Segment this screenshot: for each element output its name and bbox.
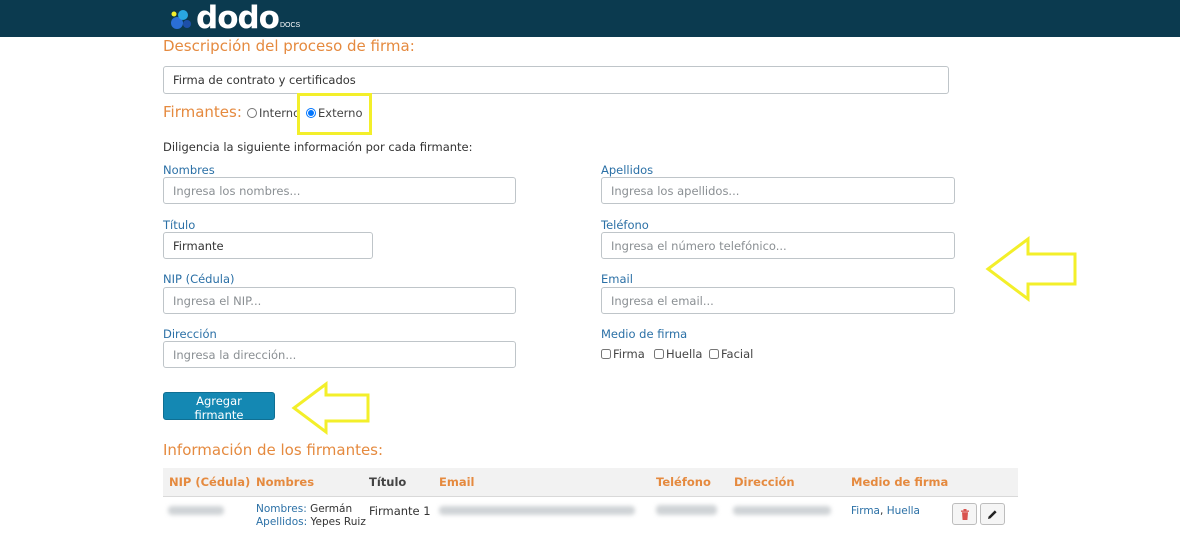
logo-text: dodo bbox=[196, 0, 280, 36]
instructions-text: Diligencia la siguiente información por … bbox=[163, 140, 473, 154]
table-header: NIP (Cédula) Nombres Título Email Teléfo… bbox=[163, 468, 1018, 497]
th-nip: NIP (Cédula) bbox=[169, 475, 251, 489]
medio-firma-link[interactable]: Firma bbox=[851, 505, 880, 517]
trash-icon bbox=[960, 508, 969, 520]
th-titulo: Título bbox=[369, 475, 407, 489]
titulo-label: Título bbox=[163, 218, 196, 232]
check-huella[interactable]: Huella bbox=[654, 347, 702, 361]
th-nombres: Nombres bbox=[256, 475, 315, 489]
radio-interno-input[interactable] bbox=[247, 108, 257, 118]
th-direccion: Dirección bbox=[734, 475, 795, 489]
row-nombres-value: Germán bbox=[310, 503, 353, 515]
row-apellidos-label: Apellidos: bbox=[256, 516, 308, 528]
row-nombres: Nombres: Germán bbox=[256, 503, 352, 515]
email-value-blurred bbox=[439, 506, 635, 515]
row-nombres-label: Nombres: bbox=[256, 503, 307, 515]
pencil-icon bbox=[988, 509, 997, 519]
delete-button[interactable] bbox=[952, 503, 977, 525]
logo-subtext: DOCS bbox=[279, 22, 301, 29]
signers-title: Firmantes: bbox=[163, 103, 242, 121]
logo-mark-icon bbox=[168, 6, 194, 32]
medio-firma-label: Medio de firma bbox=[601, 327, 688, 341]
medio-separator: , bbox=[880, 505, 884, 517]
email-label: Email bbox=[601, 272, 633, 286]
arrow-left-icon bbox=[291, 381, 370, 435]
th-telefono: Teléfono bbox=[656, 475, 711, 489]
process-description-input[interactable] bbox=[163, 66, 949, 94]
direccion-label: Dirección bbox=[163, 327, 217, 341]
medio-huella-link[interactable]: Huella bbox=[887, 505, 920, 517]
dodo-logo[interactable]: dodo DOCS bbox=[168, 2, 300, 35]
edit-button[interactable] bbox=[980, 503, 1005, 525]
telefono-input[interactable] bbox=[601, 232, 955, 259]
row-medio-firma: Firma, Huella bbox=[851, 505, 920, 517]
check-firma-input[interactable] bbox=[601, 349, 611, 359]
row-apellidos-value: Yepes Ruiz bbox=[310, 516, 366, 528]
highlight-box bbox=[297, 93, 372, 135]
arrow-left-icon bbox=[985, 236, 1077, 302]
telefono-label: Teléfono bbox=[601, 218, 649, 232]
table-row: Nombres: Germán Apellidos: Yepes Ruiz Fi… bbox=[163, 497, 1018, 537]
check-firma[interactable]: Firma bbox=[601, 347, 645, 361]
th-medio-firma: Medio de firma bbox=[851, 475, 949, 489]
check-huella-label: Huella bbox=[666, 347, 703, 361]
nip-input[interactable] bbox=[163, 287, 516, 314]
nip-label: NIP (Cédula) bbox=[163, 272, 235, 286]
radio-interno-label: Interno bbox=[259, 106, 301, 120]
check-huella-input[interactable] bbox=[654, 349, 664, 359]
nombres-input[interactable] bbox=[163, 177, 516, 204]
check-facial-label: Facial bbox=[721, 347, 754, 361]
telefono-value-blurred bbox=[656, 505, 717, 515]
row-titulo: Firmante 1 bbox=[369, 504, 431, 518]
nip-value-blurred bbox=[168, 506, 224, 515]
check-facial[interactable]: Facial bbox=[709, 347, 753, 361]
check-facial-input[interactable] bbox=[709, 349, 719, 359]
apellidos-input[interactable] bbox=[601, 177, 955, 204]
add-signer-button[interactable]: Agregar firmante bbox=[163, 392, 275, 422]
apellidos-label: Apellidos bbox=[601, 163, 654, 177]
direccion-input[interactable] bbox=[163, 341, 516, 368]
th-email: Email bbox=[439, 475, 475, 489]
top-bar: dodo DOCS bbox=[0, 0, 1180, 37]
process-description-title: Descripción del proceso de firma: bbox=[163, 37, 415, 55]
signers-info-title: Información de los firmantes: bbox=[163, 441, 384, 459]
row-apellidos: Apellidos: Yepes Ruiz bbox=[256, 516, 366, 528]
direccion-value-blurred bbox=[733, 506, 831, 515]
titulo-input[interactable] bbox=[163, 232, 373, 259]
email-input[interactable] bbox=[601, 287, 955, 314]
nombres-label: Nombres bbox=[163, 163, 215, 177]
check-firma-label: Firma bbox=[613, 347, 645, 361]
radio-interno[interactable]: Interno bbox=[247, 106, 300, 120]
